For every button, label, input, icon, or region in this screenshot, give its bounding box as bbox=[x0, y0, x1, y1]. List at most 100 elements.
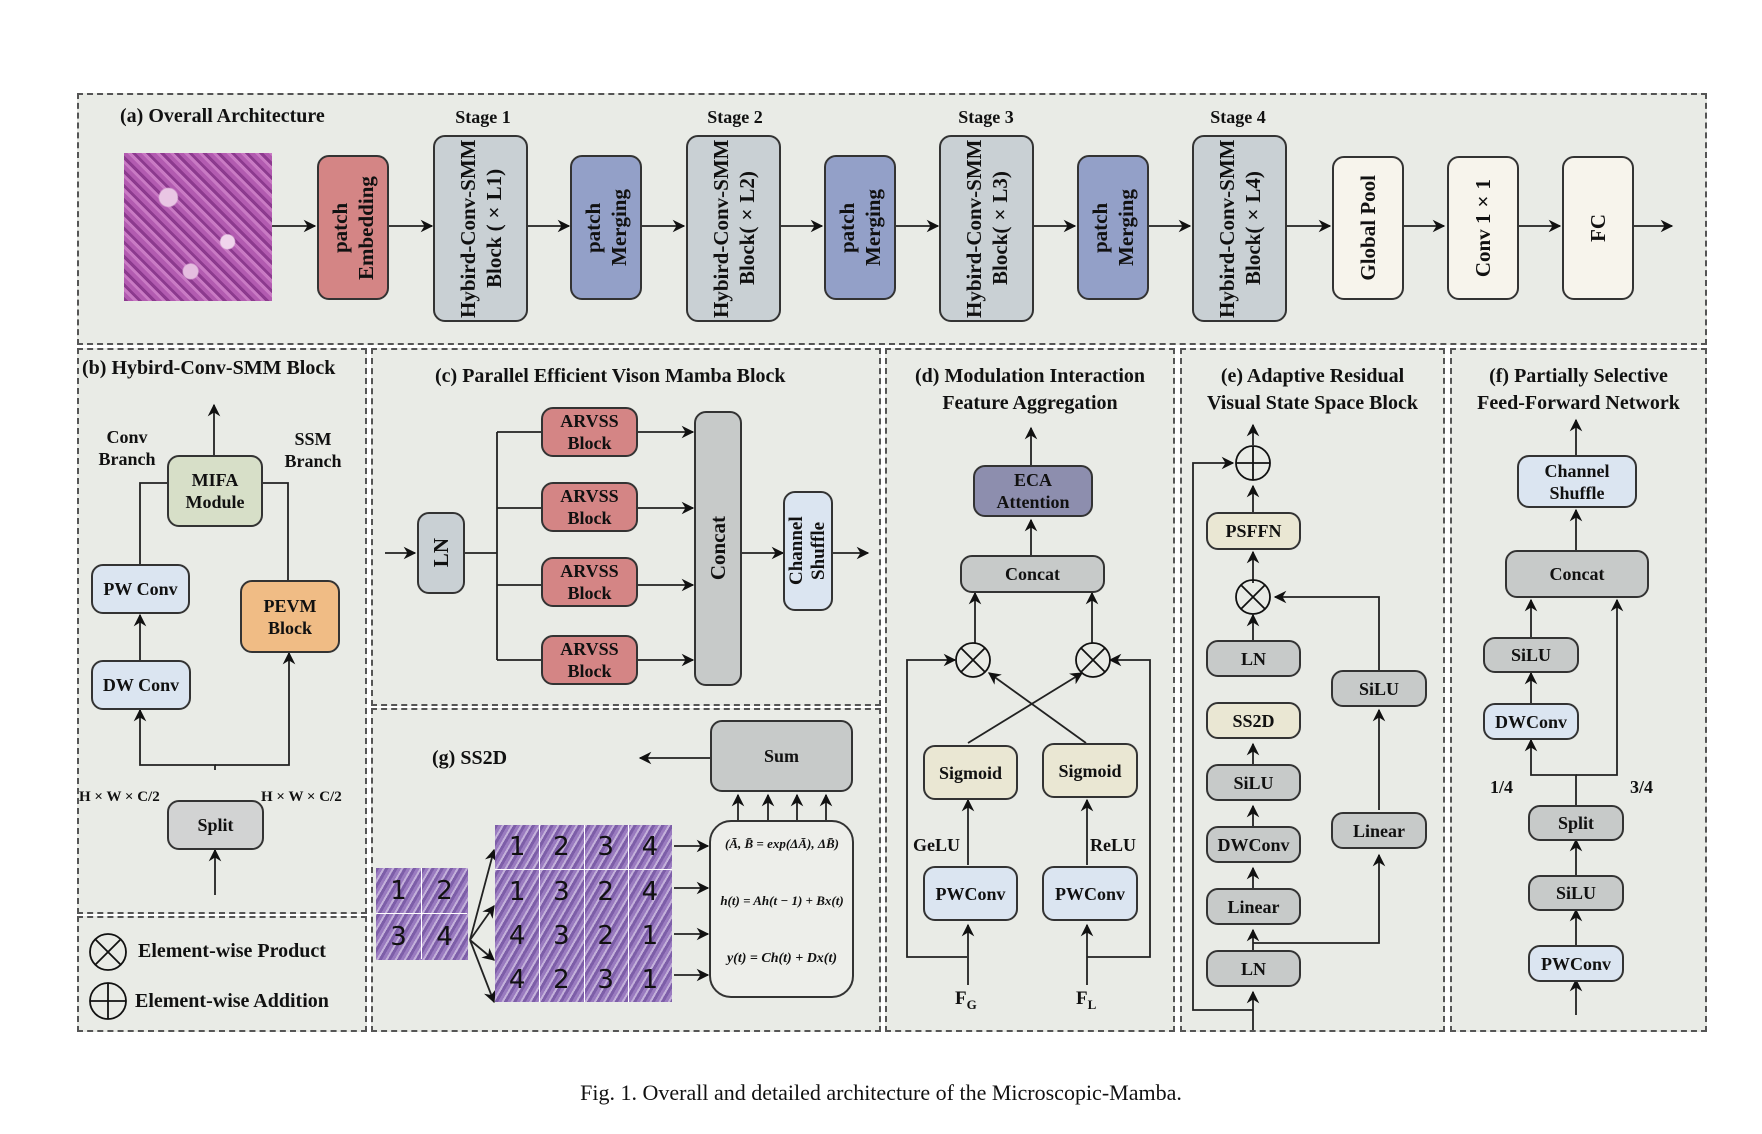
stage-4-block: Hybird-Conv-SMM Block(×L4) bbox=[1192, 135, 1287, 322]
sum-block: Sum bbox=[710, 720, 853, 792]
panel-a-title: (a) Overall Architecture bbox=[120, 105, 325, 127]
pwconv-right-block: PWConv bbox=[1042, 866, 1138, 921]
linear-main-block: Linear bbox=[1206, 888, 1301, 925]
input-tile: 3 bbox=[376, 914, 422, 959]
scan-tile: 4 bbox=[627, 869, 672, 914]
scan-tile: 3 bbox=[584, 825, 629, 870]
mifa-module-block: MIFA Module bbox=[167, 455, 263, 527]
dim-right-label: H × W × C/2 bbox=[261, 789, 342, 805]
pevm-block: PEVM Block bbox=[240, 580, 340, 653]
conv-branch-label: Conv Branch bbox=[98, 427, 156, 469]
input-histology-image bbox=[124, 153, 272, 301]
scan-tile: 3 bbox=[539, 913, 585, 958]
pwconv-block: PWConv bbox=[1528, 945, 1624, 982]
legend-product-label: Element-wise Product bbox=[138, 940, 326, 962]
legend-addition-label: Element-wise Addition bbox=[135, 990, 329, 1012]
relu-label: ReLU bbox=[1090, 835, 1136, 855]
scan-tile: 1 bbox=[641, 920, 659, 951]
eca-attention-block: ECA Attention bbox=[973, 465, 1093, 517]
panel-b-title: (b) Hybird-Conv-SMM Block bbox=[82, 357, 336, 379]
scan-tile: 4 bbox=[641, 832, 659, 863]
gelu-label: GeLU bbox=[913, 835, 960, 855]
stage-3-block: Hybird-Conv-SMM Block(×L3) bbox=[939, 135, 1034, 322]
dwconv-block: DWConv bbox=[1483, 703, 1579, 740]
input-tile: 2 bbox=[422, 868, 467, 914]
panel-mifa bbox=[885, 348, 1175, 1032]
arvss-block-2: ARVSS Block bbox=[541, 482, 638, 532]
panel-psffn bbox=[1450, 348, 1707, 1032]
input-tile: 1 bbox=[376, 868, 422, 914]
dim-left-label: H × W × C/2 bbox=[79, 789, 160, 805]
dw-conv-block: DW Conv bbox=[91, 660, 191, 710]
concat-block: Concat bbox=[960, 555, 1105, 593]
scan-tile: 1 bbox=[495, 825, 541, 870]
ln-block: LN bbox=[417, 512, 465, 594]
input-fl-label: FL bbox=[1076, 988, 1097, 1012]
silu-main-block: SiLU bbox=[1206, 764, 1301, 801]
scan-tile: 1 bbox=[641, 964, 659, 995]
scan-tile: 3 bbox=[539, 869, 585, 915]
panel-d-title-line1: (d) Modulation Interaction bbox=[915, 365, 1145, 387]
pw-conv-block: PW Conv bbox=[91, 564, 190, 614]
patch-merging-2: patch Merging bbox=[824, 155, 896, 300]
stage-1-block: Hybird-Conv-SMM Block (×L1) bbox=[433, 135, 528, 322]
concat-block: Concat bbox=[694, 411, 742, 686]
scan-tile: 1 bbox=[495, 869, 541, 915]
silu-bottom-block: SiLU bbox=[1528, 875, 1624, 911]
scan-tile: 3 bbox=[584, 957, 629, 1002]
stage-2-label: Stage 2 bbox=[707, 107, 763, 127]
dwconv-block: DWConv bbox=[1206, 826, 1301, 863]
psffn-block: PSFFN bbox=[1206, 512, 1301, 550]
ln-top-block: LN bbox=[1206, 640, 1301, 677]
scan-tile: 2 bbox=[539, 957, 585, 1002]
ratio-right-label: 3/4 bbox=[1630, 777, 1654, 797]
channel-shuffle-block: Channel Shuffle bbox=[783, 491, 833, 611]
panel-e-title-line2: Visual State Space Block bbox=[1207, 392, 1418, 414]
patch-merging-3: patch Merging bbox=[1077, 155, 1149, 300]
equation-discretization: (Ā, B̄ = exp(ΔĀ), ΔB̄) bbox=[725, 836, 839, 851]
scan-tile: 2 bbox=[539, 825, 585, 870]
split-block: Split bbox=[167, 800, 264, 850]
scan-tile: 4 bbox=[495, 957, 541, 1002]
scan-tile: 4 bbox=[495, 913, 541, 958]
panel-d-title-line2: Feature Aggregation bbox=[942, 392, 1118, 414]
channel-shuffle-block: Channel Shuffle bbox=[1517, 455, 1637, 508]
linear-side-block: Linear bbox=[1331, 812, 1427, 849]
arvss-block-1: ARVSS Block bbox=[541, 407, 638, 457]
panel-f-title-line2: Feed-Forward Network bbox=[1477, 392, 1680, 414]
panel-legend bbox=[77, 916, 367, 1032]
conv1x1-block: Conv 1×1 bbox=[1447, 156, 1519, 300]
sigmoid-left-block: Sigmoid bbox=[923, 745, 1018, 800]
stage-1-label: Stage 1 bbox=[455, 107, 511, 127]
equation-output: y(t) = Ch(t) + Dx(t) bbox=[726, 951, 838, 966]
silu-side-block: SiLU bbox=[1331, 670, 1427, 707]
equation-state-update: h(t) = Ah(t − 1) + Bx(t) bbox=[720, 893, 844, 908]
stage-4-label: Stage 4 bbox=[1210, 107, 1266, 127]
patch-embedding-block: patch Embedding bbox=[317, 155, 389, 300]
patch-merging-1: patch Merging bbox=[570, 155, 642, 300]
panel-f-title-line1: (f) Partially Selective bbox=[1489, 365, 1668, 387]
split-block: Split bbox=[1528, 805, 1624, 841]
ss2d-block: SS2D bbox=[1206, 702, 1301, 739]
input-tile: 4 bbox=[436, 921, 453, 952]
ln-bottom-block: LN bbox=[1206, 950, 1301, 987]
pwconv-left-block: PWConv bbox=[923, 866, 1018, 921]
concat-block: Concat bbox=[1505, 550, 1649, 598]
silu-top-block: SiLU bbox=[1483, 637, 1579, 673]
panel-g-title: (g) SS2D bbox=[432, 747, 508, 769]
scan-tile: 2 bbox=[584, 913, 629, 958]
panel-e-title-line1: (e) Adaptive Residual bbox=[1220, 365, 1405, 387]
figure-caption: Fig. 1. Overall and detailed architectur… bbox=[580, 1080, 1182, 1105]
ssm-branch-label: SSM Branch bbox=[284, 429, 342, 471]
arvss-block-3: ARVSS Block bbox=[541, 557, 638, 607]
fc-block: FC bbox=[1562, 156, 1634, 300]
global-pool-block: Global Pool bbox=[1332, 156, 1404, 300]
stage-2-block: Hybird-Conv-SMM Block(×L2) bbox=[686, 135, 781, 322]
panel-c-title: (c) Parallel Efficient Vison Mamba Block bbox=[435, 365, 786, 387]
arvss-block-4: ARVSS Block bbox=[541, 635, 638, 685]
scan-tile: 2 bbox=[583, 869, 629, 915]
ratio-left-label: 1/4 bbox=[1490, 777, 1514, 797]
stage-3-label: Stage 3 bbox=[958, 107, 1014, 127]
input-fg-label: FG bbox=[955, 988, 977, 1012]
sigmoid-right-block: Sigmoid bbox=[1042, 743, 1138, 798]
